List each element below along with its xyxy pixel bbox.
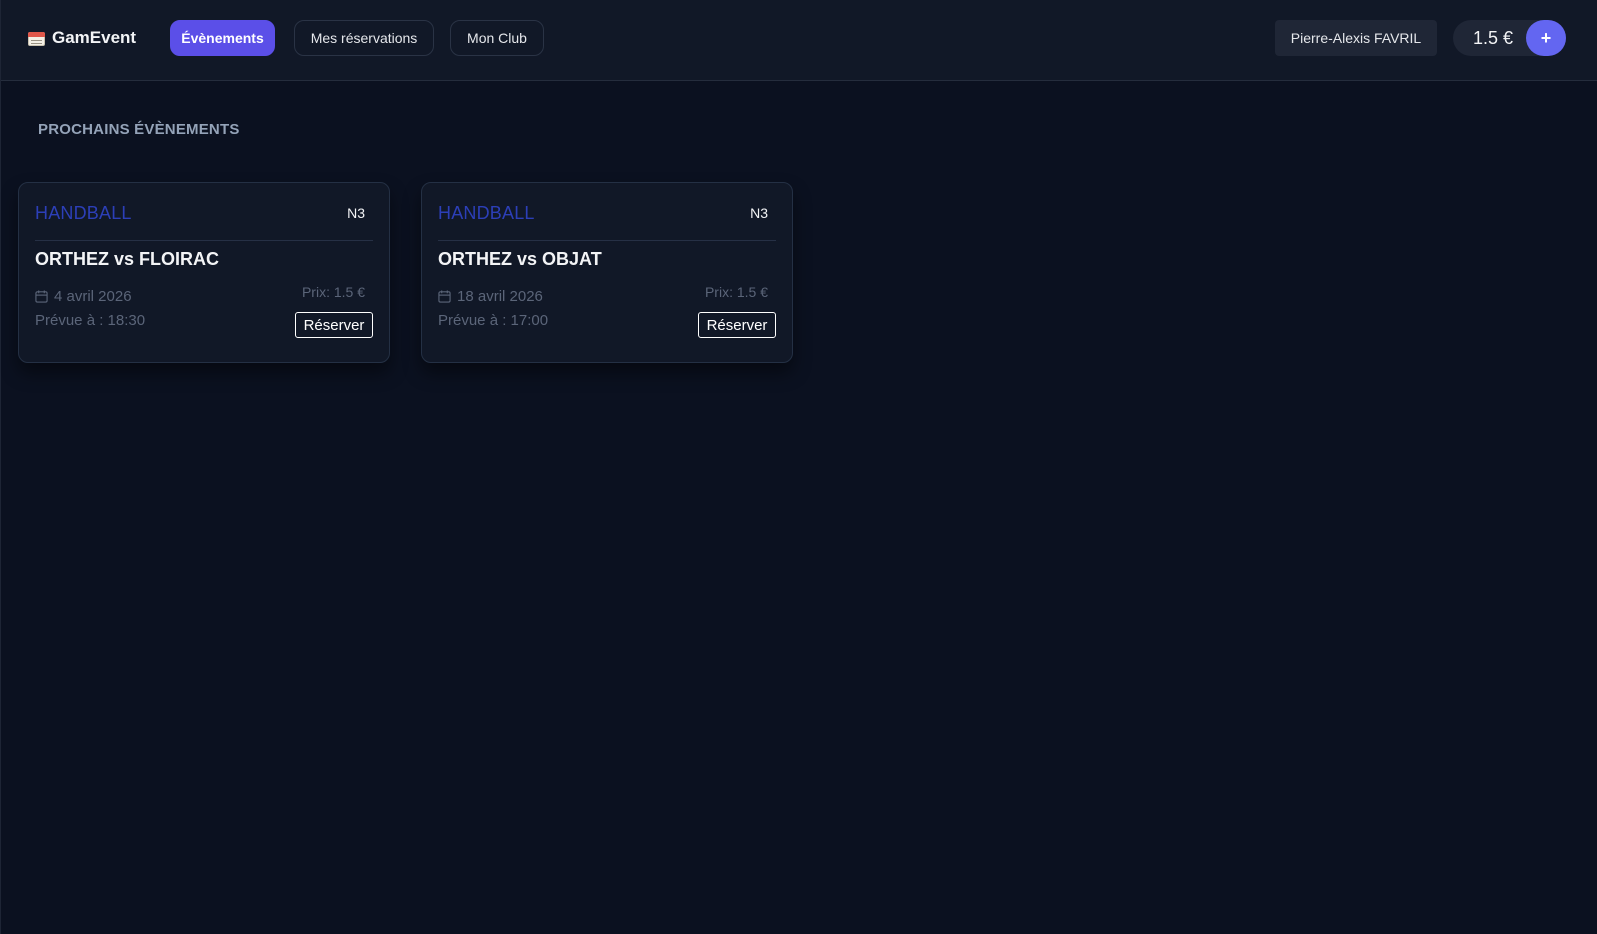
event-match-title: ORTHEZ vs OBJAT [438,249,602,269]
reserve-button[interactable]: Réserver [698,312,776,338]
event-date-text: 4 avril 2026 [54,288,132,305]
event-date-text: 18 avril 2026 [457,288,543,305]
event-time: Prévue à : 18:30 [35,312,146,329]
event-match-title: ORTHEZ vs FLOIRAC [35,249,220,269]
app-root: GamEvent Évènements Mes réservations Mon… [0,0,1597,934]
event-level-badge: N3 [750,205,768,221]
brand-name: GamEvent [52,28,137,47]
nav-reservations-button[interactable]: Mes réservations [294,20,434,56]
event-time: Prévue à : 17:00 [438,312,549,329]
calendar-icon [35,290,48,303]
event-card: HANDBALL N3 ORTHEZ vs OBJAT 18 avril 202… [421,182,793,363]
nav-club-button[interactable]: Mon Club [450,20,544,56]
event-card: HANDBALL N3 ORTHEZ vs FLOIRAC 4 avril 20… [18,182,390,363]
event-date: 4 avril 2026 [35,288,132,305]
event-price: Prix: 1.5 € [704,284,768,300]
brand-logo[interactable]: GamEvent [28,26,136,50]
card-divider [35,240,373,241]
calendar-icon [28,30,45,46]
event-date: 18 avril 2026 [438,288,543,305]
user-name-button[interactable]: Pierre-Alexis FAVRIL [1275,20,1437,56]
balance-amount: 1.5 € [1473,27,1514,48]
wallet-balance: 1.5 € + [1453,20,1566,56]
calendar-icon [438,290,451,303]
nav-events-button[interactable]: Évènements [170,20,275,56]
section-title: PROCHAINS ÉVÈNEMENTS [38,121,240,138]
event-sport: HANDBALL [35,203,132,223]
event-price: Prix: 1.5 € [301,284,365,300]
event-sport: HANDBALL [438,203,535,223]
add-funds-button[interactable]: + [1526,20,1566,56]
reserve-button[interactable]: Réserver [295,312,373,338]
card-divider [438,240,776,241]
top-navbar: GamEvent Évènements Mes réservations Mon… [1,0,1597,81]
event-level-badge: N3 [347,205,365,221]
